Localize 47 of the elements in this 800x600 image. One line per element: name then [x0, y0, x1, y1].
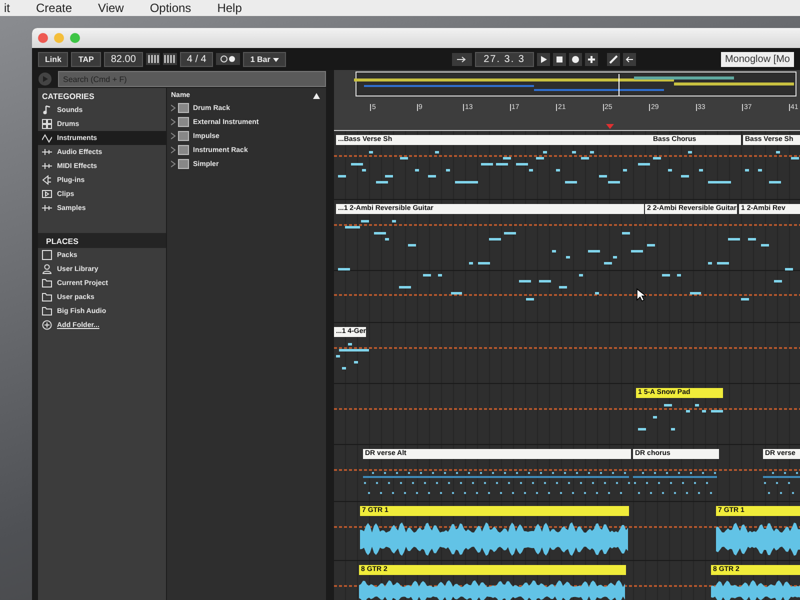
quantize-dropdown[interactable]: 1 Bar [243, 52, 286, 66]
category-icon [42, 133, 52, 143]
menu-item[interactable]: View [98, 1, 124, 15]
instrument-icon [171, 103, 189, 113]
mouse-pointer-icon [636, 288, 646, 302]
search-field[interactable]: Search (Cmd + F) [58, 71, 326, 87]
link-button[interactable]: Link [38, 52, 68, 66]
add-circle-icon [42, 320, 52, 330]
position-field[interactable]: 27. 3. 3 [474, 52, 534, 66]
metronome-icon[interactable] [216, 53, 240, 65]
instrument-icon [171, 117, 189, 127]
midi-notes-drawing [743, 148, 799, 184]
tap-button[interactable]: TAP [71, 52, 101, 66]
category-icon [42, 161, 52, 171]
category-icon [42, 175, 52, 185]
box-icon [42, 250, 52, 260]
categories-heading: CATEGORIES [41, 91, 96, 103]
record-icon[interactable] [568, 52, 582, 66]
tempo-field[interactable]: 82.00 [104, 52, 143, 66]
category-icon [42, 147, 52, 157]
category-icon [42, 119, 52, 129]
category-icon [42, 105, 52, 115]
close-button[interactable] [38, 33, 48, 43]
menu-item[interactable]: Create [36, 1, 72, 15]
plus-icon[interactable] [584, 52, 598, 66]
places-heading: PLACES [38, 233, 166, 248]
instrument-icon [171, 145, 189, 155]
nudge-icon[interactable] [146, 53, 160, 65]
person-icon [42, 264, 52, 274]
instrument-icon [171, 131, 189, 141]
stop-icon[interactable] [552, 52, 566, 66]
nudge-icon[interactable] [162, 53, 177, 65]
menu-item[interactable]: Help [217, 1, 242, 15]
instrument-icon [171, 159, 189, 169]
play-icon[interactable] [536, 52, 550, 66]
locator-marker-icon [606, 124, 614, 129]
category-icon [42, 189, 52, 199]
menu-item[interactable]: Options [150, 1, 192, 15]
follow-icon[interactable] [452, 52, 472, 66]
caret-icon [272, 58, 279, 62]
midi-notes-drawing [334, 340, 369, 370]
category-icon [42, 203, 52, 213]
menu-item[interactable]: it [4, 1, 10, 15]
time-signature-field[interactable]: 4 / 4 [180, 52, 214, 66]
draw-mode-icon[interactable] [606, 52, 620, 66]
window-title: Monoglow [Mo [720, 52, 794, 66]
sort-arrow-icon [313, 92, 320, 98]
